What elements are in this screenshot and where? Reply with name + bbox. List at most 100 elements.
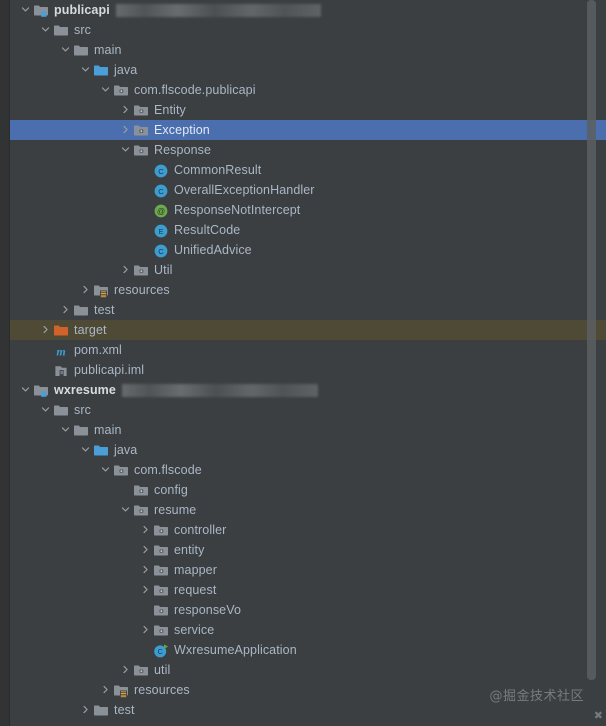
close-icon[interactable]: ✖ [594,709,603,722]
row-indent [10,160,138,180]
tree-row[interactable]: test [10,300,606,320]
package-icon [132,100,150,120]
tree-row[interactable]: main [10,420,606,440]
tree-row[interactable]: resources [10,280,606,300]
tree-row[interactable]: Response [10,140,606,160]
tree-row-label: ResponseNotIntercept [174,203,301,217]
tree-row[interactable]: src [10,400,606,420]
project-tree[interactable]: publicapi src main java com.flscode.publicap… [10,0,606,726]
tree-row[interactable]: entity [10,540,606,560]
chevron-right-icon[interactable] [118,660,132,680]
row-indent [10,500,118,520]
chevron-right-icon[interactable] [58,300,72,320]
tree-row[interactable]: Entity [10,100,606,120]
tree-row[interactable]: m pom.xml [10,340,606,360]
tree-row[interactable]: resume [10,500,606,520]
no-chevron-spacer [118,480,132,500]
chevron-down-icon[interactable] [58,420,72,440]
chevron-down-icon[interactable] [98,460,112,480]
chevron-right-icon[interactable] [138,540,152,560]
row-indent [10,320,38,340]
tree-row-label: Response [154,143,212,157]
svg-text:C: C [158,647,163,656]
chevron-down-icon[interactable] [58,40,72,60]
vertical-scrollbar-thumb[interactable] [587,0,596,680]
package-icon [132,140,150,160]
tree-row-label: com.flscode [134,463,202,477]
chevron-down-icon[interactable] [18,380,32,400]
tree-row[interactable]: request [10,580,606,600]
enum-icon: E [152,220,170,240]
tree-row-label: src [74,23,91,37]
tree-row-label: main [94,43,122,57]
tree-row[interactable]: src [10,20,606,40]
chevron-right-icon[interactable] [118,100,132,120]
tree-row[interactable]: publicapi [10,0,606,20]
tree-row[interactable]: E ResultCode [10,220,606,240]
row-indent [10,580,138,600]
tree-row[interactable]: responseVo [10,600,606,620]
no-chevron-spacer [138,180,152,200]
chevron-right-icon[interactable] [78,700,92,720]
chevron-down-icon[interactable] [78,60,92,80]
chevron-down-icon[interactable] [18,0,32,20]
chevron-down-icon[interactable] [118,500,132,520]
vertical-scrollbar-track[interactable] [587,0,601,726]
tree-row[interactable]: test [10,700,606,720]
tree-row[interactable]: wxresume [10,380,606,400]
chevron-down-icon[interactable] [38,400,52,420]
chevron-right-icon[interactable] [38,320,52,340]
tree-row[interactable]: java [10,60,606,80]
chevron-down-icon[interactable] [98,80,112,100]
chevron-right-icon[interactable] [118,120,132,140]
tree-row[interactable]: util [10,660,606,680]
tree-row[interactable]: com.flscode.publicapi [10,80,606,100]
tree-row-label: test [94,303,115,317]
row-indent [10,120,118,140]
tree-row[interactable]: C OverallExceptionHandler [10,180,606,200]
tree-row[interactable]: publicapi.iml [10,360,606,380]
resources-root-icon [92,280,110,300]
row-indent [10,220,138,240]
runnable-class-icon: C [152,640,170,660]
iml-icon [52,360,70,380]
tree-row[interactable]: config [10,480,606,500]
tree-row[interactable]: controller [10,520,606,540]
tree-row[interactable]: mapper [10,560,606,580]
tree-row[interactable]: java [10,440,606,460]
chevron-right-icon[interactable] [98,680,112,700]
tree-row[interactable]: main [10,40,606,60]
resources-root-icon [112,680,130,700]
tree-row[interactable]: C CommonResult [10,160,606,180]
tree-row[interactable]: service [10,620,606,640]
chevron-right-icon[interactable] [138,560,152,580]
tree-row[interactable]: @ ResponseNotIntercept [10,200,606,220]
chevron-right-icon[interactable] [138,520,152,540]
row-indent [10,660,118,680]
package-icon [132,260,150,280]
tree-row[interactable]: target [10,320,606,340]
chevron-right-icon[interactable] [118,260,132,280]
chevron-right-icon[interactable] [138,580,152,600]
row-indent [10,260,118,280]
no-chevron-spacer [138,160,152,180]
tree-row-label: main [94,423,122,437]
chevron-down-icon[interactable] [118,140,132,160]
tree-row[interactable]: com.flscode [10,460,606,480]
row-indent [10,460,98,480]
row-indent [10,600,138,620]
tree-row-label: test [114,703,135,717]
tree-row[interactable]: resources [10,680,606,700]
tree-row[interactable]: Exception [10,120,606,140]
tree-row-label: responseVo [174,603,242,617]
tree-row-label: config [154,483,188,497]
folder-icon [92,700,110,720]
tree-row[interactable]: Util [10,260,606,280]
tree-row[interactable]: C WxresumeApplication [10,640,606,660]
tree-row[interactable]: C UnifiedAdvice [10,240,606,260]
chevron-down-icon[interactable] [38,20,52,40]
chevron-right-icon[interactable] [78,280,92,300]
chevron-down-icon[interactable] [78,440,92,460]
chevron-right-icon[interactable] [138,620,152,640]
no-chevron-spacer [138,640,152,660]
